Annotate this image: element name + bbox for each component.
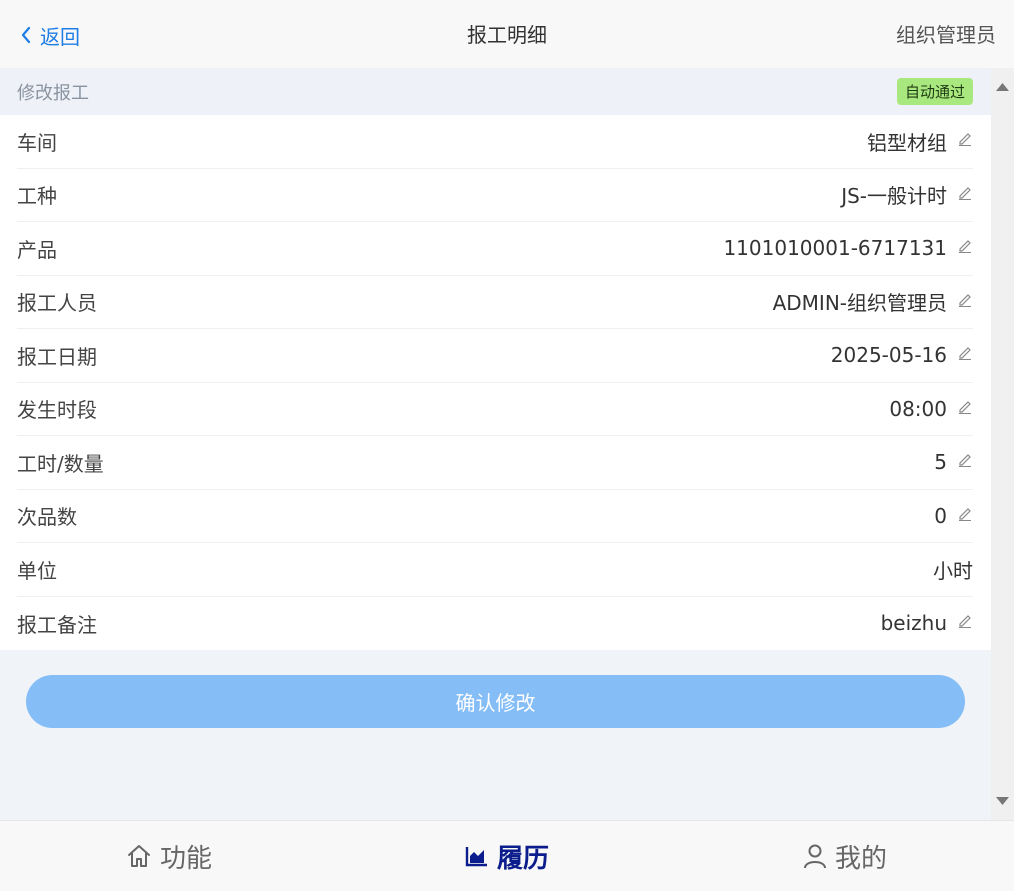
chevron-left-icon [21, 26, 31, 44]
edit-icon[interactable] [957, 130, 973, 147]
chart-icon [465, 847, 487, 867]
section-title: 修改报工 [17, 82, 89, 104]
confirm-button[interactable]: 确认修改 [26, 675, 965, 728]
field-label: 报工日期 [17, 344, 97, 369]
field-label: 报工备注 [17, 612, 97, 637]
field-label: 产品 [17, 237, 57, 262]
field-label: 发生时段 [17, 398, 97, 423]
edit-icon[interactable] [957, 505, 973, 521]
field-label: 次品数 [17, 505, 77, 530]
field-value: 0 [934, 503, 947, 528]
edit-icon[interactable] [957, 291, 973, 307]
button-area: 确认修改 [0, 650, 991, 820]
home-icon [127, 845, 150, 867]
scroll-down-arrow-icon[interactable] [995, 794, 1010, 808]
field-label: 单位 [17, 558, 57, 583]
field-label: 工种 [17, 184, 57, 209]
back-label: 返回 [40, 24, 80, 49]
tab-label: 我的 [834, 843, 887, 874]
field-value: 2025-05-16 [830, 343, 947, 368]
top-nav-bar: 返回 报工明细 组织管理员 [0, 0, 1014, 68]
scrollbar[interactable] [991, 68, 1014, 820]
field-value: ADMIN-组织管理员 [772, 291, 947, 316]
field-value: 小时 [933, 558, 973, 583]
edit-icon[interactable] [957, 237, 973, 254]
field-label: 车间 [17, 130, 57, 155]
edit-icon[interactable] [957, 398, 973, 414]
field-row-workshop[interactable]: 车间 铝型材组 [17, 115, 973, 169]
field-row-unit: 单位 小时 [17, 543, 973, 597]
field-value: JS-一般计时 [841, 184, 947, 209]
user-icon [803, 844, 826, 869]
field-row-time-slot[interactable]: 发生时段 08:00 [17, 383, 973, 436]
field-value: 铝型材组 [867, 130, 947, 155]
edit-icon[interactable] [957, 612, 973, 629]
edit-icon[interactable] [957, 344, 973, 361]
field-row-reporter[interactable]: 报工人员 ADMIN-组织管理员 [17, 276, 973, 329]
tab-label: 功能 [159, 843, 212, 874]
back-button[interactable]: 返回 [20, 20, 80, 50]
tab-label: 履历 [496, 843, 549, 874]
bottom-tab-bar: 功能 履历 我的 [0, 820, 1014, 891]
field-label: 工时/数量 [17, 451, 104, 476]
field-row-defect-count[interactable]: 次品数 0 [17, 490, 973, 543]
field-value: 5 [934, 450, 947, 475]
form-card: 车间 铝型材组 工种 JS-一般计时 产品 1101010001-6717131… [0, 115, 991, 650]
content-area: 修改报工 自动通过 车间 铝型材组 工种 JS-一般计时 产品 11010100… [0, 68, 991, 820]
edit-icon[interactable] [957, 451, 973, 468]
field-value: beizhu [880, 611, 947, 636]
field-row-remark[interactable]: 报工备注 beizhu [17, 597, 973, 651]
field-row-product[interactable]: 产品 1101010001-6717131 [17, 222, 973, 276]
tab-history[interactable]: 履历 [338, 821, 676, 891]
edit-icon[interactable] [957, 184, 973, 200]
scroll-up-arrow-icon[interactable] [995, 80, 1010, 94]
field-label: 报工人员 [17, 291, 97, 316]
page-title: 报工明细 [467, 23, 547, 47]
tab-functions[interactable]: 功能 [0, 821, 338, 891]
field-value: 1101010001-6717131 [723, 236, 947, 261]
field-row-hours-quantity[interactable]: 工时/数量 5 [17, 436, 973, 490]
current-user: 组织管理员 [896, 23, 996, 47]
field-value: 08:00 [889, 396, 947, 421]
field-row-work-type[interactable]: 工种 JS-一般计时 [17, 169, 973, 222]
tab-mine[interactable]: 我的 [676, 821, 1014, 891]
field-row-report-date[interactable]: 报工日期 2025-05-16 [17, 329, 973, 383]
section-header: 修改报工 自动通过 [0, 68, 991, 115]
status-badge: 自动通过 [896, 78, 973, 105]
